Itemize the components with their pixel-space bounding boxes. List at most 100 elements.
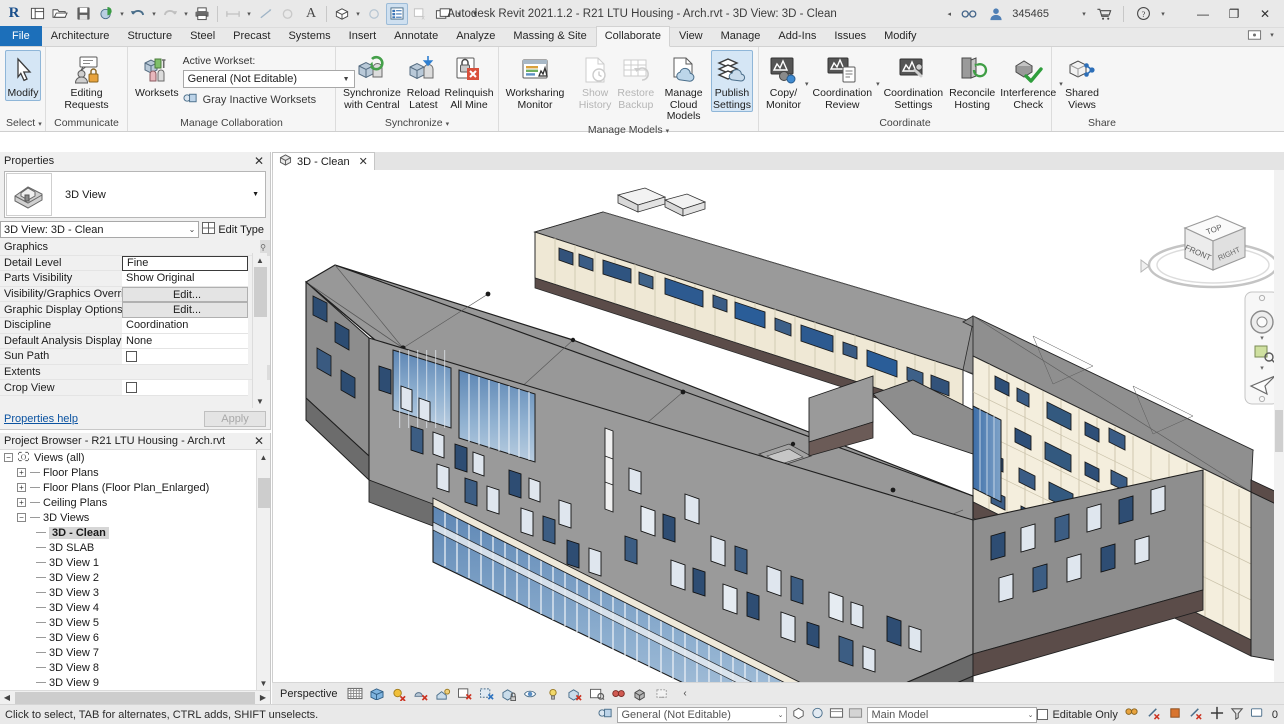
- ribbon-tab-analyze[interactable]: Analyze: [447, 27, 504, 46]
- property-value[interactable]: [122, 349, 248, 365]
- text-icon[interactable]: A: [300, 3, 322, 25]
- revit-logo-icon[interactable]: R: [3, 3, 25, 25]
- modify-button[interactable]: Modify: [5, 50, 41, 101]
- undo-icon[interactable]: [127, 3, 149, 25]
- close-button[interactable]: ✕: [1252, 1, 1278, 27]
- reconcile-hosting-button[interactable]: Reconcile Hosting: [947, 50, 997, 112]
- 3d-view-dropdown-icon[interactable]: ▾: [354, 10, 362, 18]
- account-avatar-icon[interactable]: [985, 3, 1007, 25]
- status-main-model-select[interactable]: Main Model ⌄: [867, 706, 1038, 723]
- design-option-icon[interactable]: [791, 706, 806, 723]
- ribbon-tab-steel[interactable]: Steel: [181, 27, 224, 46]
- property-row-discipline[interactable]: Discipline Coordination: [0, 317, 270, 334]
- temporary-hide-isolate-icon[interactable]: [522, 686, 539, 702]
- 3d-view-canvas[interactable]: TOP FRONT RIGHT ▾ ▾: [272, 170, 1284, 692]
- rendering-dialog-icon[interactable]: [434, 686, 451, 702]
- minimize-button[interactable]: —: [1190, 1, 1216, 27]
- view-scale-label[interactable]: Perspective: [280, 688, 337, 700]
- view-tab-3d-clean[interactable]: 3D - Clean ✕: [272, 152, 375, 170]
- manage-cloud-models-button[interactable]: Manage Cloud Models: [658, 50, 709, 124]
- switch-windows-icon[interactable]: [432, 3, 454, 25]
- worksharing-display-icon[interactable]: [654, 686, 671, 702]
- properties-close-icon[interactable]: ✕: [251, 154, 267, 168]
- canvas-vertical-scrollbar[interactable]: [1274, 170, 1284, 692]
- lock-3d-view-icon[interactable]: [500, 686, 517, 702]
- autodesk-store-icon[interactable]: [1093, 3, 1115, 25]
- copy-monitor-button[interactable]: Copy/ Monitor: [764, 50, 803, 112]
- property-row-detail-level[interactable]: Detail Level Fine: [0, 255, 270, 272]
- open-project-icon[interactable]: [49, 3, 71, 25]
- tree-node-3d-view-3[interactable]: 3D View 3: [0, 585, 256, 600]
- exclude-options-icon[interactable]: [848, 706, 863, 723]
- scroll-thumb[interactable]: [258, 478, 270, 508]
- search-icon[interactable]: [958, 3, 980, 25]
- ribbon-tab-modify[interactable]: Modify: [875, 27, 925, 46]
- new-project-icon[interactable]: [26, 3, 48, 25]
- tree-node-3d-view-5[interactable]: 3D View 5: [0, 615, 256, 630]
- status-workset-select[interactable]: General (Not Editable) ⌄: [617, 706, 788, 723]
- scroll-down-icon[interactable]: ▼: [253, 394, 267, 408]
- tree-node-3d-view-7[interactable]: 3D View 7: [0, 645, 256, 660]
- edit-design-option-icon[interactable]: [829, 706, 844, 723]
- tree-toggle-plus-icon[interactable]: +: [17, 483, 26, 492]
- property-row-parts-visibility[interactable]: Parts Visibility Show Original: [0, 271, 270, 287]
- crop-view-checkbox[interactable]: [126, 382, 137, 394]
- property-value[interactable]: None: [122, 333, 248, 350]
- project-browser-tree[interactable]: − O Views (all) + Floor Plans + Floor Pl…: [0, 450, 256, 690]
- relinquish-all-mine-button[interactable]: Relinquish All Mine: [444, 50, 494, 112]
- property-row-visibility-graphics[interactable]: Visibility/Graphics Overri... Edit...: [0, 286, 270, 303]
- worksharing-status-icon[interactable]: [1124, 706, 1140, 723]
- primary-design-option-icon[interactable]: [810, 706, 825, 723]
- ribbon-tab-add-ins[interactable]: Add-Ins: [769, 27, 825, 46]
- tree-node-3d-view-9[interactable]: 3D View 9: [0, 675, 256, 690]
- help-dropdown-icon[interactable]: ▾: [1159, 10, 1167, 18]
- tree-node-3d-view-6[interactable]: 3D View 6: [0, 630, 256, 645]
- temporary-view-properties-icon[interactable]: [566, 686, 583, 702]
- show-constraints-icon[interactable]: [588, 686, 605, 702]
- tree-node-3d-view-2[interactable]: 3D View 2: [0, 570, 256, 585]
- scroll-down-icon[interactable]: ▼: [257, 676, 270, 690]
- tree-toggle-minus-icon[interactable]: −: [17, 513, 26, 522]
- switch-windows-dropdown-icon[interactable]: ▾: [455, 10, 463, 18]
- save-icon[interactable]: [72, 3, 94, 25]
- ribbon-tab-massing-site[interactable]: Massing & Site: [504, 27, 595, 46]
- default-3d-view-icon[interactable]: [331, 3, 353, 25]
- property-value[interactable]: Coordination: [122, 317, 248, 334]
- editable-only-toggle[interactable]: Editable Only: [1037, 709, 1118, 721]
- tree-toggle-plus-icon[interactable]: +: [17, 468, 26, 477]
- ribbon-tab-architecture[interactable]: Architecture: [42, 27, 119, 46]
- visual-style-icon[interactable]: [368, 686, 385, 702]
- gray-inactive-worksets-button[interactable]: Gray Inactive Worksets: [183, 91, 355, 108]
- manage-models-panel-dropdown-icon[interactable]: ▾: [666, 128, 670, 135]
- ribbon-tab-systems[interactable]: Systems: [279, 27, 339, 46]
- tree-node-3d-view-8[interactable]: 3D View 8: [0, 660, 256, 675]
- property-row-crop-view[interactable]: Crop View: [0, 380, 270, 396]
- select-panel-dropdown-icon[interactable]: ▾: [38, 121, 42, 128]
- edit-type-button[interactable]: Edit Type: [202, 222, 266, 237]
- shadows-off-icon[interactable]: [412, 686, 429, 702]
- ribbon-tab-annotate[interactable]: Annotate: [385, 27, 447, 46]
- restore-button[interactable]: ❐: [1221, 1, 1247, 27]
- synchronize-with-central-button[interactable]: Synchronize with Central: [341, 50, 403, 112]
- synchronize-panel-dropdown-icon[interactable]: ▾: [446, 121, 450, 128]
- shared-views-button[interactable]: Shared Views: [1057, 50, 1107, 112]
- sync-dropdown-icon[interactable]: ▾: [118, 10, 126, 18]
- tree-node-floor-plans-enlarged[interactable]: + Floor Plans (Floor Plan_Enlarged): [0, 480, 256, 495]
- scroll-thumb[interactable]: [1275, 410, 1283, 452]
- help-icon[interactable]: ?: [1132, 3, 1154, 25]
- tree-node-3d-view-1[interactable]: 3D View 1: [0, 555, 256, 570]
- tree-node-3d-view-4[interactable]: 3D View 4: [0, 600, 256, 615]
- ribbon-tab-insert[interactable]: Insert: [340, 27, 386, 46]
- ribbon-tab-view[interactable]: View: [670, 27, 712, 46]
- view-tab-close-icon[interactable]: ✕: [359, 155, 368, 168]
- tree-node-views-all[interactable]: − O Views (all): [0, 450, 256, 465]
- selection-count-icon[interactable]: [1250, 706, 1266, 723]
- coordination-review-button[interactable]: Coordination Review: [811, 50, 875, 112]
- collapse-icon[interactable]: ‹: [676, 686, 693, 702]
- tree-toggle-minus-icon[interactable]: −: [4, 453, 13, 462]
- worksharing-monitor-button[interactable]: Worksharing Monitor: [504, 50, 566, 112]
- sun-path-checkbox[interactable]: [126, 350, 137, 362]
- worksets-button[interactable]: Worksets: [133, 50, 181, 101]
- publish-settings-button[interactable]: Publish Settings: [711, 50, 753, 112]
- account-dropdown-icon[interactable]: ▾: [1080, 10, 1088, 18]
